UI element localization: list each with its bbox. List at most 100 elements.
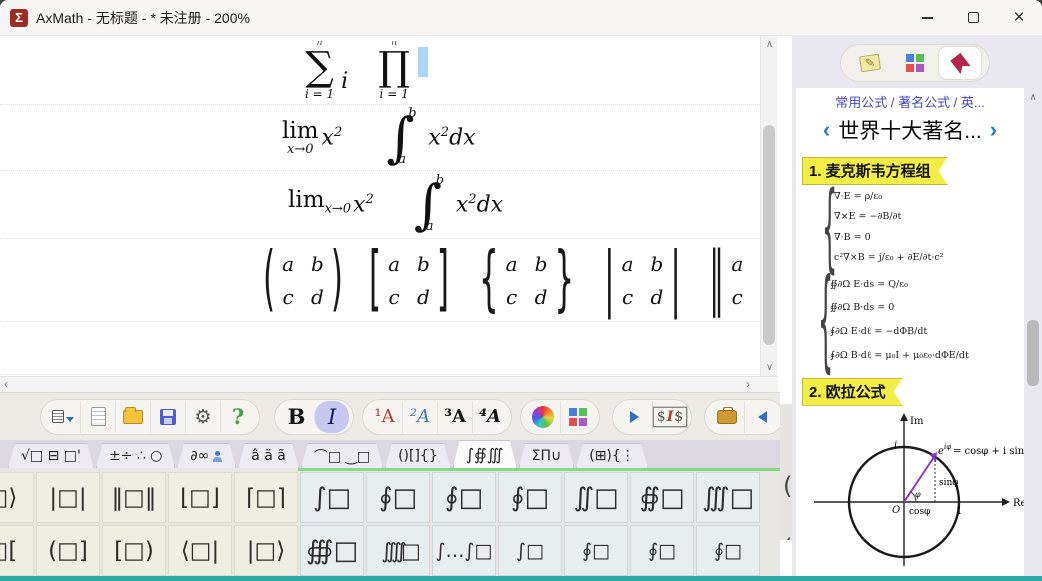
limit-body: x2	[322, 125, 343, 150]
canvas-horizontal-scrollbar[interactable]: ‹ ›	[0, 376, 778, 392]
palette-button[interactable]: ∫…∫□	[432, 525, 496, 576]
play-button[interactable]	[617, 401, 652, 433]
maximize-button[interactable]	[950, 0, 996, 35]
palette-button[interactable]: ⌈□⌉	[234, 472, 298, 523]
prev-category-button[interactable]: ‹	[823, 119, 830, 141]
axmath-window: Σ AxMath - 无标题 - * 未注册 - 200% × n ∑ i = …	[0, 0, 1042, 576]
limit-expression: lim x→0	[282, 120, 319, 156]
sidebar-scroll-up-arrow[interactable]: ∧	[1024, 92, 1042, 103]
font-style-3-button[interactable]: ³A	[437, 401, 472, 433]
palette-button[interactable]: ∮□	[498, 472, 562, 523]
collapse-panel-button[interactable]	[744, 401, 779, 433]
open-folder-icon	[123, 410, 143, 424]
tab-big-operators[interactable]: ΣΠ∪	[519, 443, 575, 468]
palette-button[interactable]: ∮□	[696, 525, 760, 576]
close-button[interactable]: ×	[996, 0, 1042, 35]
tab-brackets[interactable]: ()[]{}	[385, 443, 451, 468]
next-category-button[interactable]: ›	[990, 119, 997, 141]
tab-overbrace[interactable]: ⌒□ ‿□	[301, 443, 383, 468]
i-label: i	[894, 440, 897, 451]
palette-button[interactable]: ∮□	[630, 525, 694, 576]
palette-button[interactable]: ∬□	[564, 472, 628, 523]
tab-radicals[interactable]: √□ ⊟ □'	[8, 443, 94, 468]
palette-button[interactable]: ‖□‖	[102, 472, 166, 523]
symbol-tab-bar: √□ ⊟ □' ±÷ ∴ ○ ∂∞ â ä ã ⌒□ ‿□ ()[]{} ∫∯∭…	[0, 440, 780, 468]
sidebar-scroll-thumb[interactable]	[1027, 320, 1039, 386]
category-title: 世界十大著名...	[838, 115, 982, 145]
font-style-2-button[interactable]: ²A	[402, 401, 437, 433]
palette-button[interactable]: (□]	[36, 525, 100, 576]
palette-overflow-edge: ((	[780, 404, 792, 540]
selection-cursor	[418, 47, 428, 77]
tab-integrals[interactable]: ∫∯∭	[453, 440, 517, 468]
font-style-1-button[interactable]: ¹A	[367, 401, 402, 433]
palette-button[interactable]: ∮□	[432, 472, 496, 523]
new-document-button[interactable]	[80, 401, 115, 433]
scroll-up-arrow[interactable]: ∧	[761, 39, 778, 50]
help-button[interactable]: ?	[220, 401, 255, 433]
euler-rhs: = cosφ + i sinφ	[953, 446, 1024, 457]
palette-button[interactable]: |□⟩	[234, 525, 298, 576]
tab-symbols[interactable]: ∂∞	[177, 443, 236, 468]
bookmark-button[interactable]	[939, 47, 981, 79]
save-button[interactable]	[150, 401, 185, 433]
style-tool-group: B I	[274, 399, 354, 435]
canvas-vertical-scrollbar[interactable]: ∧ ∨	[760, 36, 777, 376]
palette-button[interactable]: □⟩	[0, 472, 34, 523]
left-brace: {	[818, 256, 830, 385]
settings-button[interactable]: ⚙	[185, 401, 220, 433]
tab-operators[interactable]: ±÷ ∴ ○	[96, 443, 175, 468]
palette-button[interactable]: ∫□	[300, 472, 364, 523]
palette-button[interactable]: ⌊□⌋	[168, 472, 232, 523]
symbol-grid-button[interactable]	[894, 47, 936, 79]
sidebar-scrollbar[interactable]: ∧	[1024, 88, 1042, 576]
product-expression: n ∏ i = 1	[378, 41, 410, 100]
palette-button[interactable]: ∭□	[696, 472, 760, 523]
integral-expression: ∫ b a x2dx	[386, 112, 475, 163]
maxwell-integral-formula[interactable]: { ∯∂Ω E·ds = Q/ε₀ ∯∂Ω B·ds = 0 ∮∂Ω E·dℓ …	[818, 273, 1024, 368]
scroll-down-arrow[interactable]: ∨	[761, 362, 778, 373]
euler-formula-diagram[interactable]: Im i Re 1 O φ cosφ sinφ e iφ = cosφ + i …	[796, 410, 1024, 573]
equation-row-sum-prod: n ∑ i = 1 i n ∏ i = 1	[0, 36, 760, 105]
palette-button[interactable]: ∮□	[366, 472, 430, 523]
scroll-right-arrow[interactable]: ›	[746, 377, 750, 391]
scroll-left-arrow[interactable]: ‹	[4, 377, 8, 391]
matrix-bracket: [ abcd ]	[369, 252, 449, 309]
palette-button[interactable]: ∯□	[630, 472, 694, 523]
palette-button[interactable]: ⟨□|	[168, 525, 232, 576]
breadcrumb[interactable]: 常用公式 / 著名公式 / 英...	[796, 92, 1024, 111]
vertical-scroll-thumb[interactable]	[763, 125, 775, 345]
tex-toggle-button[interactable]: $I$	[652, 401, 687, 433]
bold-button[interactable]: B	[279, 401, 314, 433]
palette-button[interactable]: ∰□	[300, 525, 364, 576]
open-button[interactable]	[115, 401, 150, 433]
cos-label: cosφ	[909, 507, 930, 517]
palette-button[interactable]: □[	[0, 525, 34, 576]
minimize-button[interactable]	[904, 0, 950, 35]
palette-button[interactable]: |□|	[36, 472, 100, 523]
palette-button[interactable]: [□)	[102, 525, 166, 576]
tab-matrices[interactable]: (⊞){⋮	[576, 443, 648, 468]
save-icon	[160, 409, 176, 425]
italic-button[interactable]: I	[314, 401, 349, 433]
palette-button[interactable]: ∫□	[498, 525, 562, 576]
matrix-norm: ∥ abcd ∥	[709, 252, 760, 309]
maxwell-differential-formula[interactable]: { ∇·E = ρ/ε₀ ∇×E = −∂B/∂t ∇·B = 0 c²∇×B …	[822, 187, 1024, 269]
matrix-determinant: | abcd |	[604, 252, 681, 309]
collapse-left-icon	[758, 411, 767, 423]
tab-accents[interactable]: â ä ã	[238, 443, 299, 468]
equation-canvas[interactable]: n ∑ i = 1 i n ∏ i = 1 lim x→0 x2	[0, 36, 760, 376]
bookmark-icon	[950, 52, 971, 73]
briefcase-button[interactable]	[709, 401, 744, 433]
color-palette-button[interactable]	[560, 401, 595, 433]
palette-button[interactable]: ∮□	[564, 525, 628, 576]
im-axis-label: Im	[910, 416, 924, 427]
sum-body: i	[341, 69, 348, 94]
font-style-4-button[interactable]: ⁴A	[472, 401, 507, 433]
color-wheel-button[interactable]	[525, 401, 560, 433]
menu-button[interactable]	[45, 401, 80, 433]
handwriting-button[interactable]: ✎	[849, 47, 891, 79]
person-icon	[212, 451, 223, 462]
new-document-icon	[91, 407, 106, 426]
palette-button[interactable]: ∫∫∫∫□	[366, 525, 430, 576]
